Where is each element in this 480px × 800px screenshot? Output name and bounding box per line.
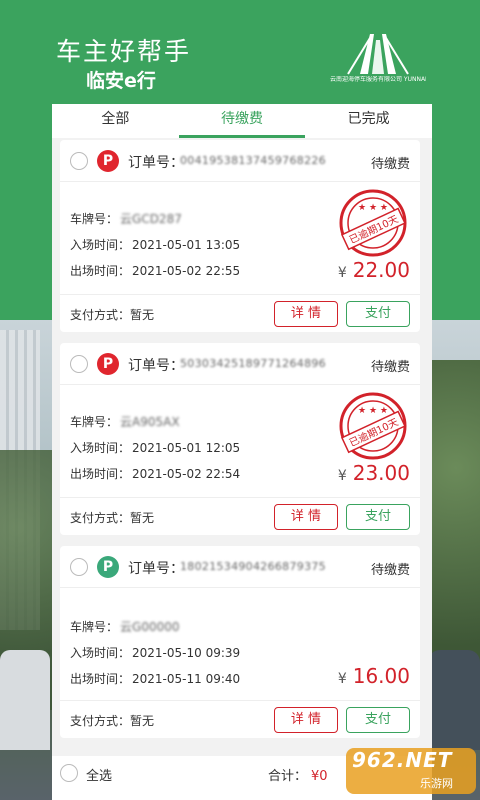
detail-button[interactable]: 详 情 [274, 707, 338, 733]
tab-pending[interactable]: 待缴费 [178, 104, 306, 138]
plate-row: 车牌号： 云A905AX [70, 413, 180, 430]
order-number-label: 订单号： [128, 561, 184, 577]
order-status: 待缴费 [370, 360, 410, 375]
exit-row: 出场时间： 2021-05-02 22:55 [70, 262, 240, 279]
pay-method-value: 暂无 [130, 511, 155, 525]
company-logo-text: 云南迎海停车服务有限公司 YUNNAN YINGHAI PARKING SERV… [330, 76, 426, 83]
currency-symbol: ¥ [337, 468, 347, 484]
pay-method-label: 支付方式： [70, 308, 131, 322]
car-image-left [0, 650, 50, 750]
plate-value: 云G00000 [120, 620, 180, 634]
order-number-label: 订单号： [128, 358, 184, 374]
entry-time-value: 2021-05-10 09:39 [132, 646, 241, 660]
pay-button[interactable]: 支付 [346, 504, 410, 530]
parking-icon: P [97, 150, 119, 172]
select-all-radio[interactable] [60, 764, 78, 782]
order-number-label: 订单号： [128, 155, 184, 171]
entry-time-value: 2021-05-01 13:05 [132, 238, 241, 252]
detail-button[interactable]: 详 情 [274, 504, 338, 530]
entry-time-value: 2021-05-01 12:05 [132, 441, 241, 455]
plate-label: 车牌号： [70, 620, 119, 634]
order-card-header: P 订单号： 18021534904266879375 待缴费 [60, 546, 420, 588]
order-card-footer: 支付方式：暂无 详 情 支付 [60, 294, 420, 332]
order-tabs: 全部 待缴费 已完成 [52, 104, 432, 138]
order-select-radio[interactable] [70, 355, 88, 373]
order-card: P 订单号： 18021534904266879375 待缴费 车牌号： 云G00… [60, 546, 420, 738]
order-select-radio[interactable] [70, 152, 88, 170]
svg-text:★ ★ ★: ★ ★ ★ [358, 406, 388, 416]
amount-value: 16.00 [352, 664, 410, 688]
svg-text:★ ★ ★: ★ ★ ★ [358, 203, 388, 213]
plate-value: 云A905AX [120, 415, 180, 429]
tab-all[interactable]: 全部 [52, 104, 179, 138]
overdue-stamp-icon: ★ ★ ★ 已逾期10天 [339, 189, 407, 257]
plate-row: 车牌号： 云GCD287 [70, 210, 182, 227]
order-number-value: 50303425189771264896 [180, 357, 326, 370]
order-card: P 订单号： 00419538137459768226 待缴费 车牌号： 云GCD… [60, 140, 420, 332]
pay-method: 支付方式：暂无 [70, 712, 154, 729]
entry-label: 入场时间： [70, 646, 131, 660]
order-card-footer: 支付方式：暂无 详 情 支付 [60, 497, 420, 535]
parking-icon: P [97, 353, 119, 375]
exit-label: 出场时间： [70, 672, 131, 686]
total-label: 合计： [268, 769, 308, 784]
order-number-value: 00419538137459768226 [180, 154, 326, 167]
exit-time-value: 2021-05-02 22:54 [132, 467, 241, 481]
amount-value: 22.00 [352, 258, 410, 282]
entry-row: 入场时间： 2021-05-10 09:39 [70, 644, 240, 661]
order-amount: ¥16.00 [338, 664, 410, 688]
pay-method-value: 暂无 [130, 714, 155, 728]
watermark-number: 962.NET [352, 748, 453, 772]
pay-method-value: 暂无 [130, 308, 155, 322]
exit-time-value: 2021-05-02 22:55 [132, 264, 241, 278]
exit-row: 出场时间： 2021-05-11 09:40 [70, 670, 240, 687]
order-card-header: P 订单号： 50303425189771264896 待缴费 [60, 343, 420, 385]
detail-button[interactable]: 详 情 [274, 301, 338, 327]
pay-button[interactable]: 支付 [346, 301, 410, 327]
pay-method-label: 支付方式： [70, 714, 131, 728]
plate-label: 车牌号： [70, 212, 119, 226]
currency-symbol: ¥ [337, 265, 347, 281]
entry-row: 入场时间： 2021-05-01 13:05 [70, 236, 240, 253]
currency-symbol: ¥ [337, 671, 347, 687]
order-card-header: P 订单号： 00419538137459768226 待缴费 [60, 140, 420, 182]
order-card: P 订单号： 50303425189771264896 待缴费 车牌号： 云A90… [60, 343, 420, 535]
plate-row: 车牌号： 云G00000 [70, 618, 180, 635]
entry-label: 入场时间： [70, 238, 131, 252]
plate-value: 云GCD287 [120, 212, 182, 226]
order-amount: ¥23.00 [338, 461, 410, 485]
order-select-radio[interactable] [70, 558, 88, 576]
watermark-site: 乐游网 [420, 777, 453, 790]
overdue-stamp-icon: ★ ★ ★ 已逾期10天 [339, 392, 407, 460]
total-amount: ¥0 [311, 769, 328, 784]
car-image-right [428, 650, 480, 750]
pay-method-label: 支付方式： [70, 511, 131, 525]
pay-method: 支付方式：暂无 [70, 509, 154, 526]
order-amount: ¥22.00 [338, 258, 410, 282]
parking-icon: P [97, 556, 119, 578]
order-status: 待缴费 [370, 157, 410, 172]
pay-method: 支付方式：暂无 [70, 306, 154, 323]
tab-completed[interactable]: 已完成 [305, 104, 432, 138]
exit-label: 出场时间： [70, 264, 131, 278]
total: 合计： ¥0 [268, 765, 328, 784]
exit-time-value: 2021-05-11 09:40 [132, 672, 241, 686]
exit-label: 出场时间： [70, 467, 131, 481]
entry-label: 入场时间： [70, 441, 131, 455]
app-title: 车主好帮手 [56, 37, 192, 66]
order-number-value: 18021534904266879375 [180, 560, 326, 573]
pay-button[interactable]: 支付 [346, 707, 410, 733]
order-status: 待缴费 [370, 563, 410, 578]
plate-label: 车牌号： [70, 415, 119, 429]
entry-row: 入场时间： 2021-05-01 12:05 [70, 439, 240, 456]
amount-value: 23.00 [352, 461, 410, 485]
app-subtitle: 临安e行 [86, 70, 156, 92]
order-card-footer: 支付方式：暂无 详 情 支付 [60, 700, 420, 738]
exit-row: 出场时间： 2021-05-02 22:54 [70, 465, 240, 482]
select-all-label[interactable]: 全选 [86, 765, 112, 784]
